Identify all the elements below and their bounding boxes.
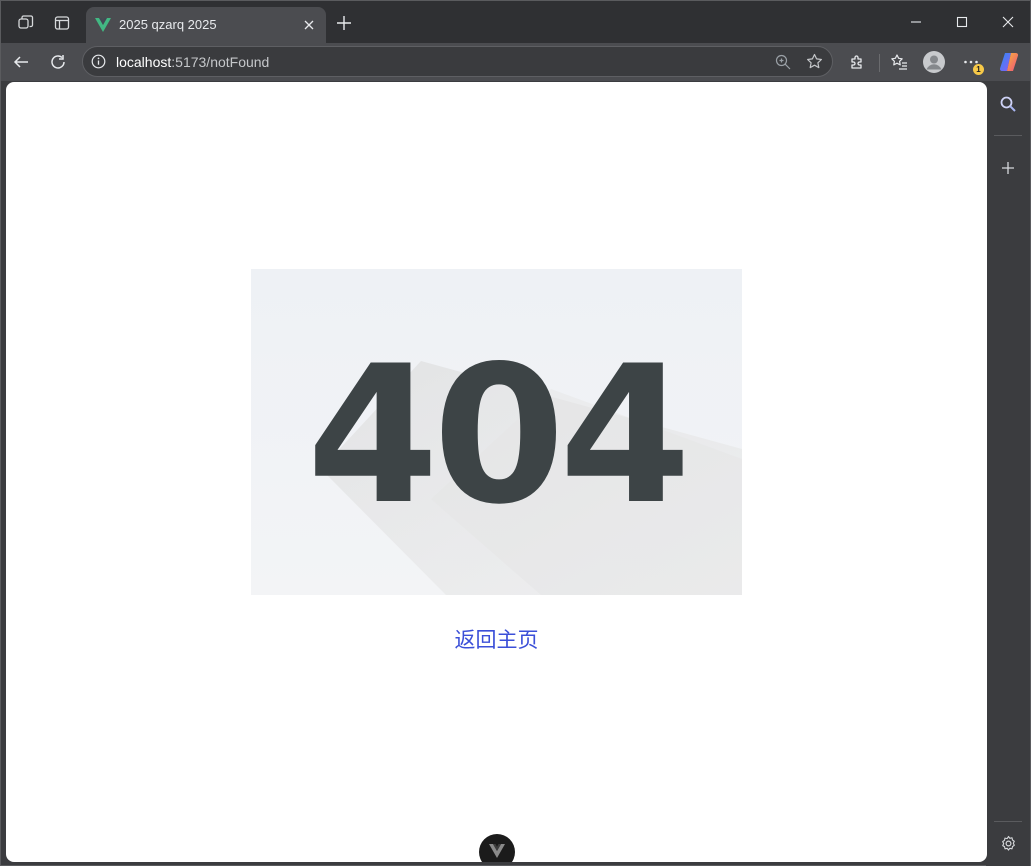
zoom-icon[interactable] xyxy=(775,54,791,70)
sidebar-add-button[interactable] xyxy=(993,153,1023,183)
sidebar-search-button[interactable] xyxy=(993,89,1023,119)
minimize-button[interactable] xyxy=(893,1,939,43)
tab-title: 2025 qzarq 2025 xyxy=(119,17,217,32)
more-button[interactable]: 1 xyxy=(956,47,986,77)
copilot-icon xyxy=(998,51,1020,73)
toolbar-divider xyxy=(879,54,880,72)
maximize-button[interactable] xyxy=(939,1,985,43)
tab-strip: 2025 qzarq 2025 xyxy=(1,1,1030,43)
puzzle-icon xyxy=(848,53,866,71)
vue-logo-icon xyxy=(488,843,506,859)
browser-window: 2025 qzarq 2025 localhost:5173/notFound … xyxy=(0,0,1031,866)
reload-button[interactable] xyxy=(43,47,73,77)
hero-404-text: 404 xyxy=(307,325,686,546)
url-text[interactable]: localhost:5173/notFound xyxy=(116,54,269,70)
avatar-icon xyxy=(922,50,946,74)
more-badge: 1 xyxy=(973,64,984,75)
back-home-link[interactable]: 返回主页 xyxy=(6,624,987,654)
search-icon xyxy=(999,95,1017,113)
sidebar-settings-button[interactable] xyxy=(993,828,1023,858)
minimize-icon xyxy=(910,16,922,28)
sidebar-divider xyxy=(994,821,1022,822)
tab-actions-icon xyxy=(53,14,71,32)
gear-icon xyxy=(1000,835,1017,852)
page-viewport: 404 返回主页 xyxy=(6,82,987,862)
tab-actions-button[interactable] xyxy=(47,8,77,38)
close-icon xyxy=(1002,16,1014,28)
back-arrow-icon xyxy=(12,53,30,71)
browser-toolbar: localhost:5173/notFound 1 xyxy=(1,43,1030,81)
sidebar-divider xyxy=(994,135,1022,136)
tab-close-button[interactable] xyxy=(298,14,320,36)
plus-icon xyxy=(336,15,352,31)
favorites-list-icon xyxy=(890,53,908,71)
workspaces-button[interactable] xyxy=(11,8,41,38)
new-tab-button[interactable] xyxy=(329,8,359,38)
window-close-button[interactable] xyxy=(985,1,1031,43)
reload-icon xyxy=(49,53,67,71)
profile-button[interactable] xyxy=(919,47,949,77)
plus-icon xyxy=(1001,161,1015,175)
close-icon xyxy=(303,19,315,31)
star-icon[interactable] xyxy=(806,53,823,70)
vue-logo-icon xyxy=(94,16,112,34)
address-bar[interactable]: localhost:5173/notFound xyxy=(82,46,833,77)
not-found-image: 404 xyxy=(251,269,742,595)
favorites-button[interactable] xyxy=(884,47,914,77)
maximize-icon xyxy=(956,16,968,28)
tab-active[interactable]: 2025 qzarq 2025 xyxy=(86,7,326,43)
extensions-button[interactable] xyxy=(842,47,872,77)
edge-sidebar xyxy=(986,81,1030,866)
workspaces-icon xyxy=(17,14,35,32)
info-icon[interactable] xyxy=(91,54,106,69)
back-button[interactable] xyxy=(6,47,36,77)
copilot-button[interactable] xyxy=(994,47,1024,77)
vue-devtools-button[interactable] xyxy=(479,834,515,862)
